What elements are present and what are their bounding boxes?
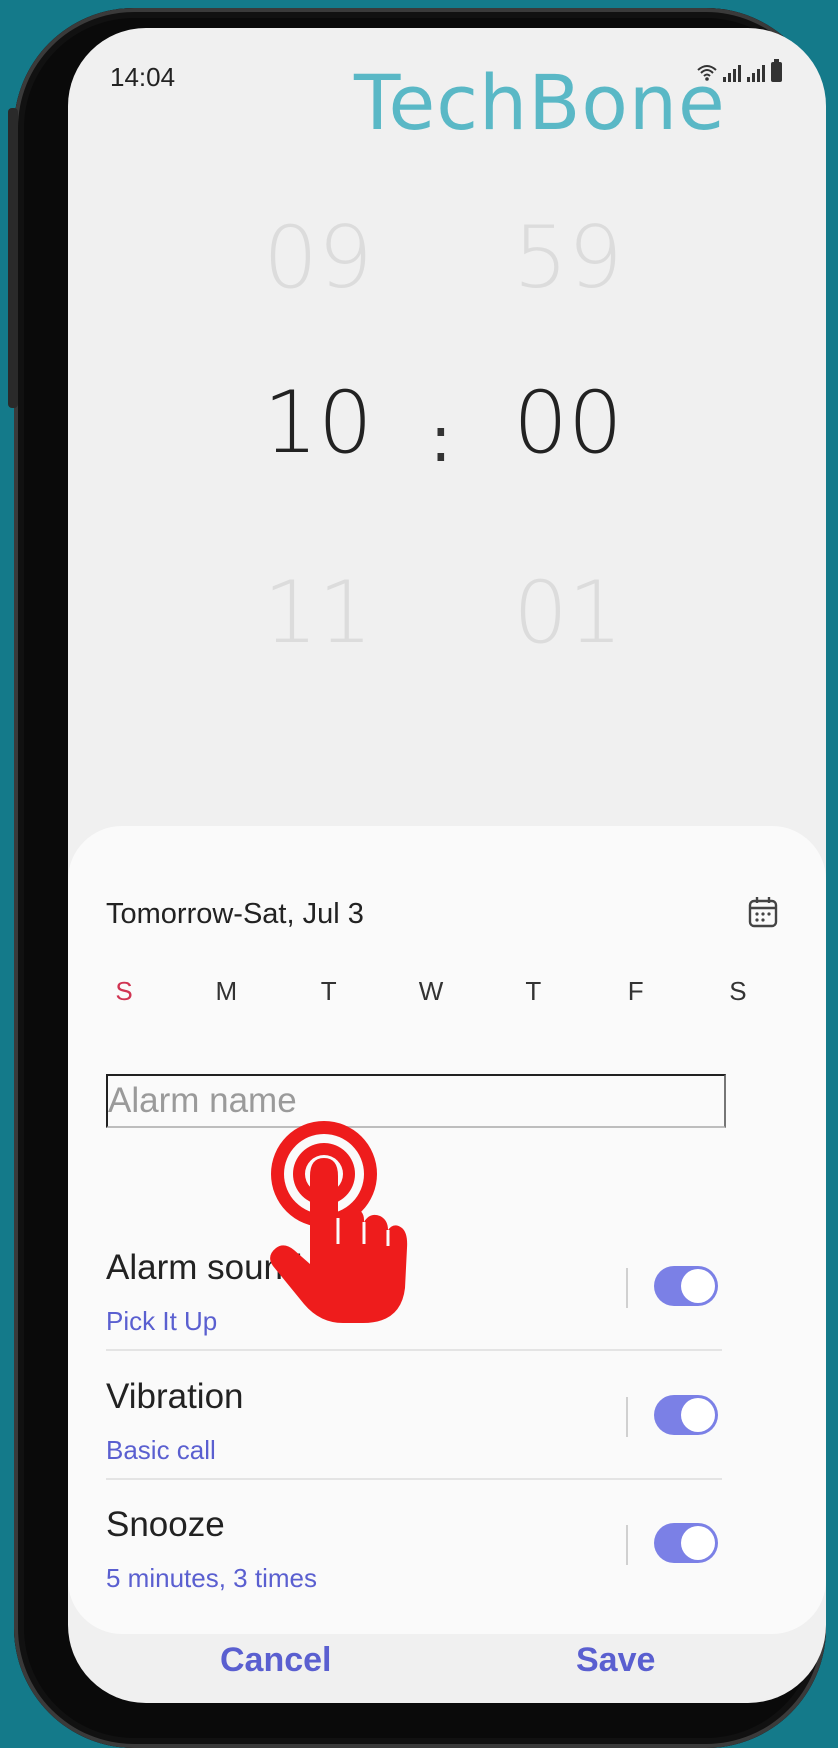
alarm-sound-setting[interactable]: Alarm sound Pick It Up bbox=[106, 1222, 722, 1350]
vibration-toggle[interactable] bbox=[654, 1395, 718, 1435]
alarm-name-input[interactable] bbox=[106, 1074, 726, 1128]
battery-icon bbox=[771, 59, 782, 82]
day-friday[interactable]: F bbox=[618, 976, 654, 1007]
tap-pointer-hand-icon bbox=[270, 1121, 408, 1323]
alarm-sound-value: Pick It Up bbox=[106, 1306, 218, 1336]
divider bbox=[626, 1268, 628, 1308]
day-thursday[interactable]: T bbox=[515, 976, 551, 1007]
vibration-title: Vibration bbox=[106, 1377, 244, 1416]
hour-prev[interactable]: 09 bbox=[238, 208, 398, 308]
hour-next[interactable]: 11 bbox=[238, 563, 398, 663]
vibration-value: Basic call bbox=[106, 1435, 216, 1465]
minute-next[interactable]: 01 bbox=[488, 563, 648, 663]
day-monday[interactable]: M bbox=[208, 976, 244, 1007]
alarm-sound-toggle[interactable] bbox=[654, 1266, 718, 1306]
save-button[interactable]: Save bbox=[576, 1641, 655, 1680]
phone-screen: 14:04 TechBone 09 10 11 : 59 00 01 Tomor… bbox=[68, 28, 826, 1703]
snooze-toggle[interactable] bbox=[654, 1523, 718, 1563]
techbone-watermark: TechBone bbox=[354, 58, 726, 147]
minute-prev[interactable]: 59 bbox=[488, 208, 648, 308]
snooze-title: Snooze bbox=[106, 1505, 225, 1544]
hour-current[interactable]: 10 bbox=[238, 373, 398, 473]
phone-frame: 14:04 TechBone 09 10 11 : 59 00 01 Tomor… bbox=[8, 8, 826, 1748]
time-separator: : bbox=[430, 403, 452, 477]
divider bbox=[626, 1397, 628, 1437]
minute-current[interactable]: 00 bbox=[488, 373, 648, 473]
status-time: 14:04 bbox=[110, 62, 176, 92]
divider bbox=[626, 1525, 628, 1565]
snooze-value: 5 minutes, 3 times bbox=[106, 1563, 317, 1593]
day-wednesday[interactable]: W bbox=[413, 976, 449, 1007]
cancel-button[interactable]: Cancel bbox=[220, 1641, 332, 1680]
alarm-settings-sheet: Tomorrow-Sat, Jul 3 S M T W T F S Alarm … bbox=[68, 826, 826, 1634]
snooze-setting[interactable]: Snooze 5 minutes, 3 times bbox=[106, 1479, 722, 1607]
alarm-date-label: Tomorrow-Sat, Jul 3 bbox=[106, 898, 364, 930]
day-saturday[interactable]: S bbox=[720, 976, 756, 1007]
calendar-icon[interactable] bbox=[748, 896, 778, 928]
day-sunday[interactable]: S bbox=[106, 976, 142, 1007]
weekday-selector: S M T W T F S bbox=[106, 976, 756, 1007]
day-tuesday[interactable]: T bbox=[311, 976, 347, 1007]
signal-icon-2 bbox=[747, 65, 765, 82]
vibration-setting[interactable]: Vibration Basic call bbox=[106, 1351, 722, 1479]
